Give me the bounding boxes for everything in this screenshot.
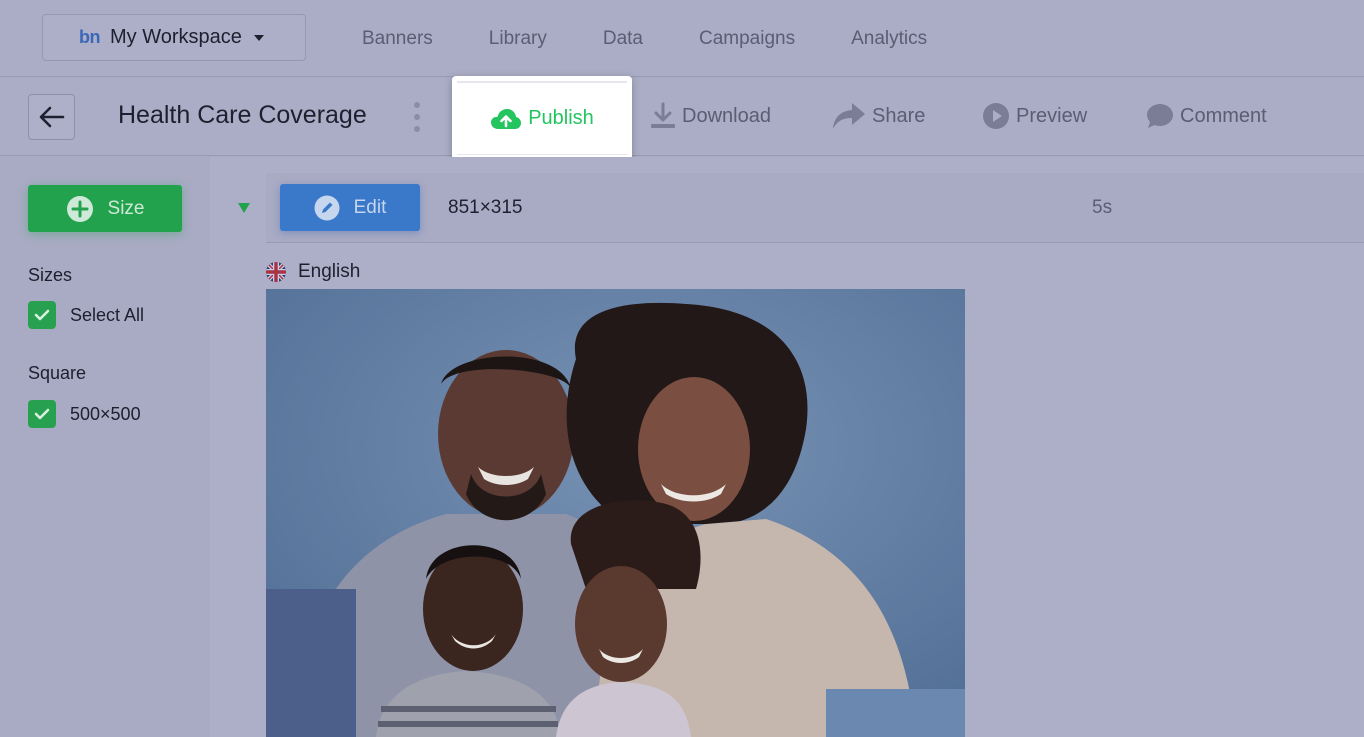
- pencil-circle-icon: [314, 195, 340, 220]
- comment-button[interactable]: Comment: [1146, 102, 1267, 130]
- nav-item-campaigns[interactable]: Campaigns: [699, 28, 795, 50]
- publish-button[interactable]: Publish: [452, 76, 632, 160]
- select-all-checkbox[interactable]: Select All: [28, 301, 144, 329]
- size-500x500-checkbox[interactable]: 500×500: [28, 400, 141, 428]
- top-navigation: bn My Workspace Banners Library Data Cam…: [0, 0, 1364, 77]
- banner-row-header: Edit 851×315 5s: [238, 173, 1364, 243]
- add-size-button[interactable]: Size: [28, 185, 182, 232]
- chevron-down-icon: [253, 34, 264, 41]
- family-photo: [266, 289, 965, 737]
- size-500x500-label: 500×500: [70, 403, 141, 424]
- workspace-name: My Workspace: [110, 26, 242, 48]
- more-options-icon[interactable]: [414, 102, 420, 132]
- workspace-logo: bn: [79, 27, 101, 47]
- nav-item-banners[interactable]: Banners: [362, 28, 433, 50]
- edit-label: Edit: [353, 196, 387, 218]
- preview-label: Preview: [1016, 104, 1088, 127]
- square-heading: Square: [28, 363, 87, 383]
- publish-label: Publish: [528, 107, 594, 129]
- language-label-row: English: [266, 261, 360, 283]
- preview-button[interactable]: Preview: [982, 102, 1087, 130]
- share-button[interactable]: Share: [832, 102, 925, 130]
- nav-item-library[interactable]: Library: [489, 28, 547, 50]
- cloud-upload-icon: [491, 108, 522, 129]
- banner-workspace: Edit 851×315 5s English: [210, 157, 1364, 737]
- banner-dimensions: 851×315: [448, 197, 523, 218]
- sizes-heading: Sizes: [28, 265, 73, 285]
- select-all-label: Select All: [70, 304, 145, 325]
- back-button[interactable]: [28, 94, 75, 140]
- download-label: Download: [682, 104, 771, 127]
- arrow-left-icon: [39, 106, 64, 128]
- nav-item-analytics[interactable]: Analytics: [851, 28, 927, 50]
- uk-flag-icon: [266, 262, 286, 282]
- workspace-switcher[interactable]: bn My Workspace: [42, 14, 306, 61]
- collapse-triangle-icon[interactable]: [238, 203, 250, 213]
- banner-preview-image[interactable]: [266, 289, 965, 737]
- checkbox-checked[interactable]: [28, 301, 56, 329]
- comment-label: Comment: [1180, 104, 1267, 127]
- sizes-sidebar: Size Sizes Select All Square 500×500: [0, 157, 210, 737]
- add-size-label: Size: [107, 197, 145, 219]
- nav-item-data[interactable]: Data: [603, 28, 643, 50]
- document-title: Health Care Coverage: [118, 101, 367, 129]
- share-arrow-icon: [833, 103, 865, 129]
- banner-duration: 5s: [1092, 197, 1113, 218]
- main-nav: Banners Library Data Campaigns Analytics: [362, 0, 983, 77]
- edit-button[interactable]: Edit: [280, 184, 420, 231]
- checkbox-checked[interactable]: [28, 400, 56, 428]
- document-toolbar: Health Care Coverage Publish Download Sh…: [0, 76, 1364, 160]
- checkmark-icon: [34, 309, 50, 321]
- share-label: Share: [872, 104, 926, 127]
- plus-circle-icon: [66, 195, 93, 222]
- download-icon: [651, 102, 675, 128]
- checkmark-icon: [34, 408, 50, 420]
- play-circle-icon: [983, 103, 1009, 129]
- language-label: English: [298, 261, 361, 282]
- comment-bubble-icon: [1147, 104, 1173, 128]
- download-button[interactable]: Download: [650, 102, 771, 130]
